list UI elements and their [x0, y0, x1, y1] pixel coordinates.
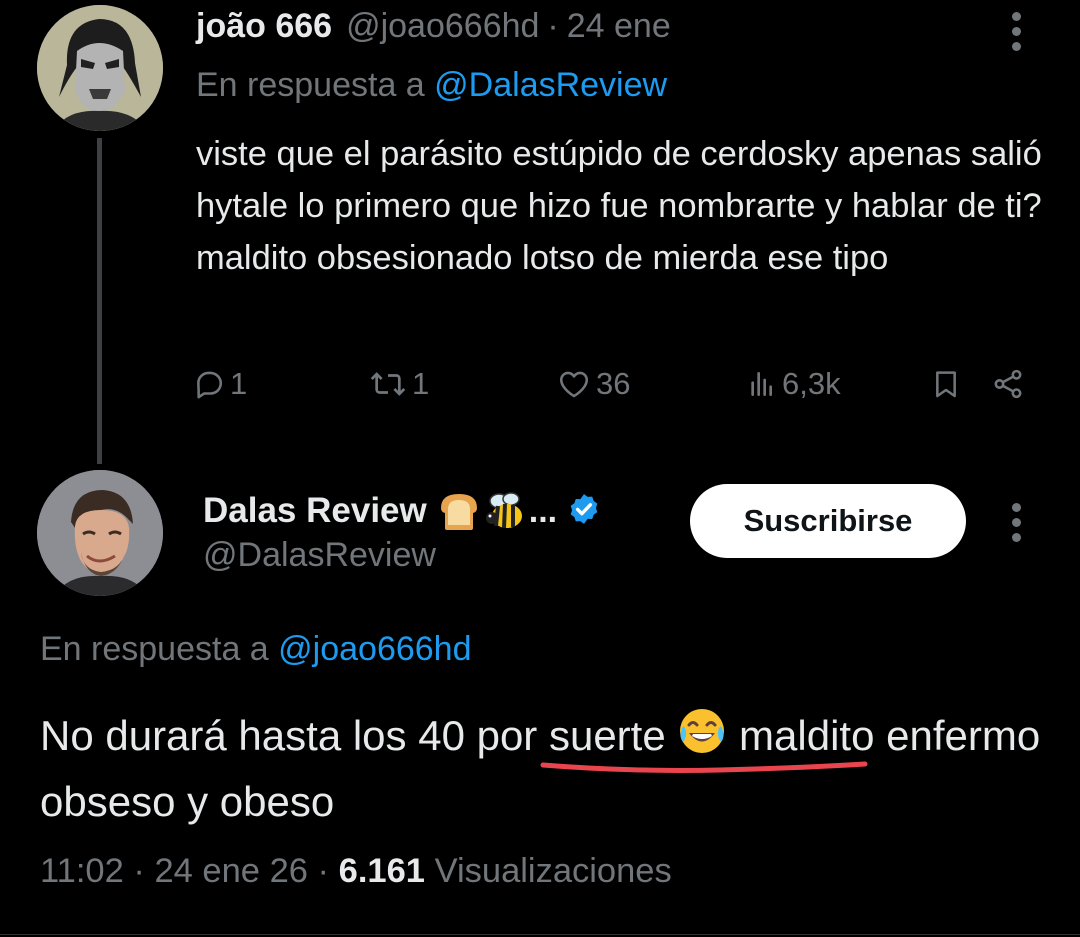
bookmark-icon — [930, 367, 962, 401]
tweet2-view-count[interactable]: 6.161 — [339, 852, 425, 890]
tweet1-header: joão 666 @joao666hd · 24 ene — [196, 4, 671, 48]
tweet2-time[interactable]: 11:02 — [40, 852, 124, 890]
divider — [0, 934, 1080, 935]
tweet2-author-name[interactable]: Dalas Review — [203, 491, 427, 531]
tweet2-date[interactable]: 24 ene 26 — [154, 852, 307, 890]
tweet2-author-handle[interactable]: @DalasReview — [203, 536, 436, 575]
like-button[interactable]: 36 — [556, 362, 630, 406]
tweet2-author-row: Dalas Review ... — [203, 488, 601, 534]
repost-button[interactable]: 1 — [368, 362, 429, 406]
views-icon — [746, 367, 778, 401]
thread-connector-line — [97, 138, 102, 464]
subscribe-button[interactable]: Suscribirse — [690, 484, 966, 558]
like-icon — [556, 367, 592, 401]
bookmark-button[interactable] — [930, 362, 962, 406]
bread-icon — [440, 494, 477, 530]
tweet1-separator: · — [547, 6, 559, 45]
tweet2-reply-handle-link[interactable]: @joao666hd — [278, 630, 471, 668]
tweet1-reply-handle-link[interactable]: @DalasReview — [434, 66, 667, 104]
tweet1-author-name[interactable]: joão 666 — [196, 7, 332, 46]
verified-badge-icon — [567, 492, 601, 531]
tweet1-reply-context: En respuesta a @DalasReview — [196, 66, 667, 105]
tweet1-text: viste que el parásito estúpido de cerdos… — [196, 135, 1042, 277]
tweet1-author-handle[interactable]: @joao666hd — [346, 7, 539, 46]
page: joão 666 @joao666hd · 24 ene En respuest… — [0, 0, 1080, 937]
reply-icon — [192, 367, 226, 401]
tweet2-meta: 11:02 · 24 ene 26 · 6.161 Visualizacione… — [40, 852, 672, 891]
bee-icon — [485, 492, 522, 529]
share-icon — [990, 367, 1026, 401]
tweet2-sep1: · — [133, 852, 145, 890]
tweet2-reply-prefix: En respuesta a — [40, 630, 269, 668]
views-button[interactable]: 6,3k — [746, 362, 841, 406]
tweet2-views-label: Visualizaciones — [434, 852, 672, 890]
tweet2-more-icon[interactable] — [1010, 503, 1022, 542]
tweet1-action-bar: 1 1 36 6,3k — [190, 362, 1030, 406]
share-button[interactable] — [990, 362, 1026, 406]
views-count: 6,3k — [782, 366, 841, 401]
repost-icon — [368, 367, 408, 401]
annotation-red-underline — [540, 761, 868, 773]
tweet2-reply-context: En respuesta a @joao666hd — [40, 630, 472, 669]
tweet1-date[interactable]: 24 ene — [567, 7, 671, 46]
tweet1-more-icon[interactable] — [1010, 12, 1022, 51]
like-count: 36 — [596, 366, 631, 401]
name-ellipsis: ... — [528, 491, 558, 530]
reply-count: 1 — [230, 366, 248, 401]
name-emojis — [437, 490, 527, 532]
tweet2-sep2: · — [317, 852, 330, 890]
tweet1-reply-prefix: En respuesta a — [196, 66, 425, 104]
repost-count: 1 — [412, 366, 430, 401]
avatar-dalasreview[interactable] — [37, 470, 163, 596]
avatar-joao666[interactable] — [37, 5, 163, 131]
reply-button[interactable]: 1 — [192, 362, 247, 406]
